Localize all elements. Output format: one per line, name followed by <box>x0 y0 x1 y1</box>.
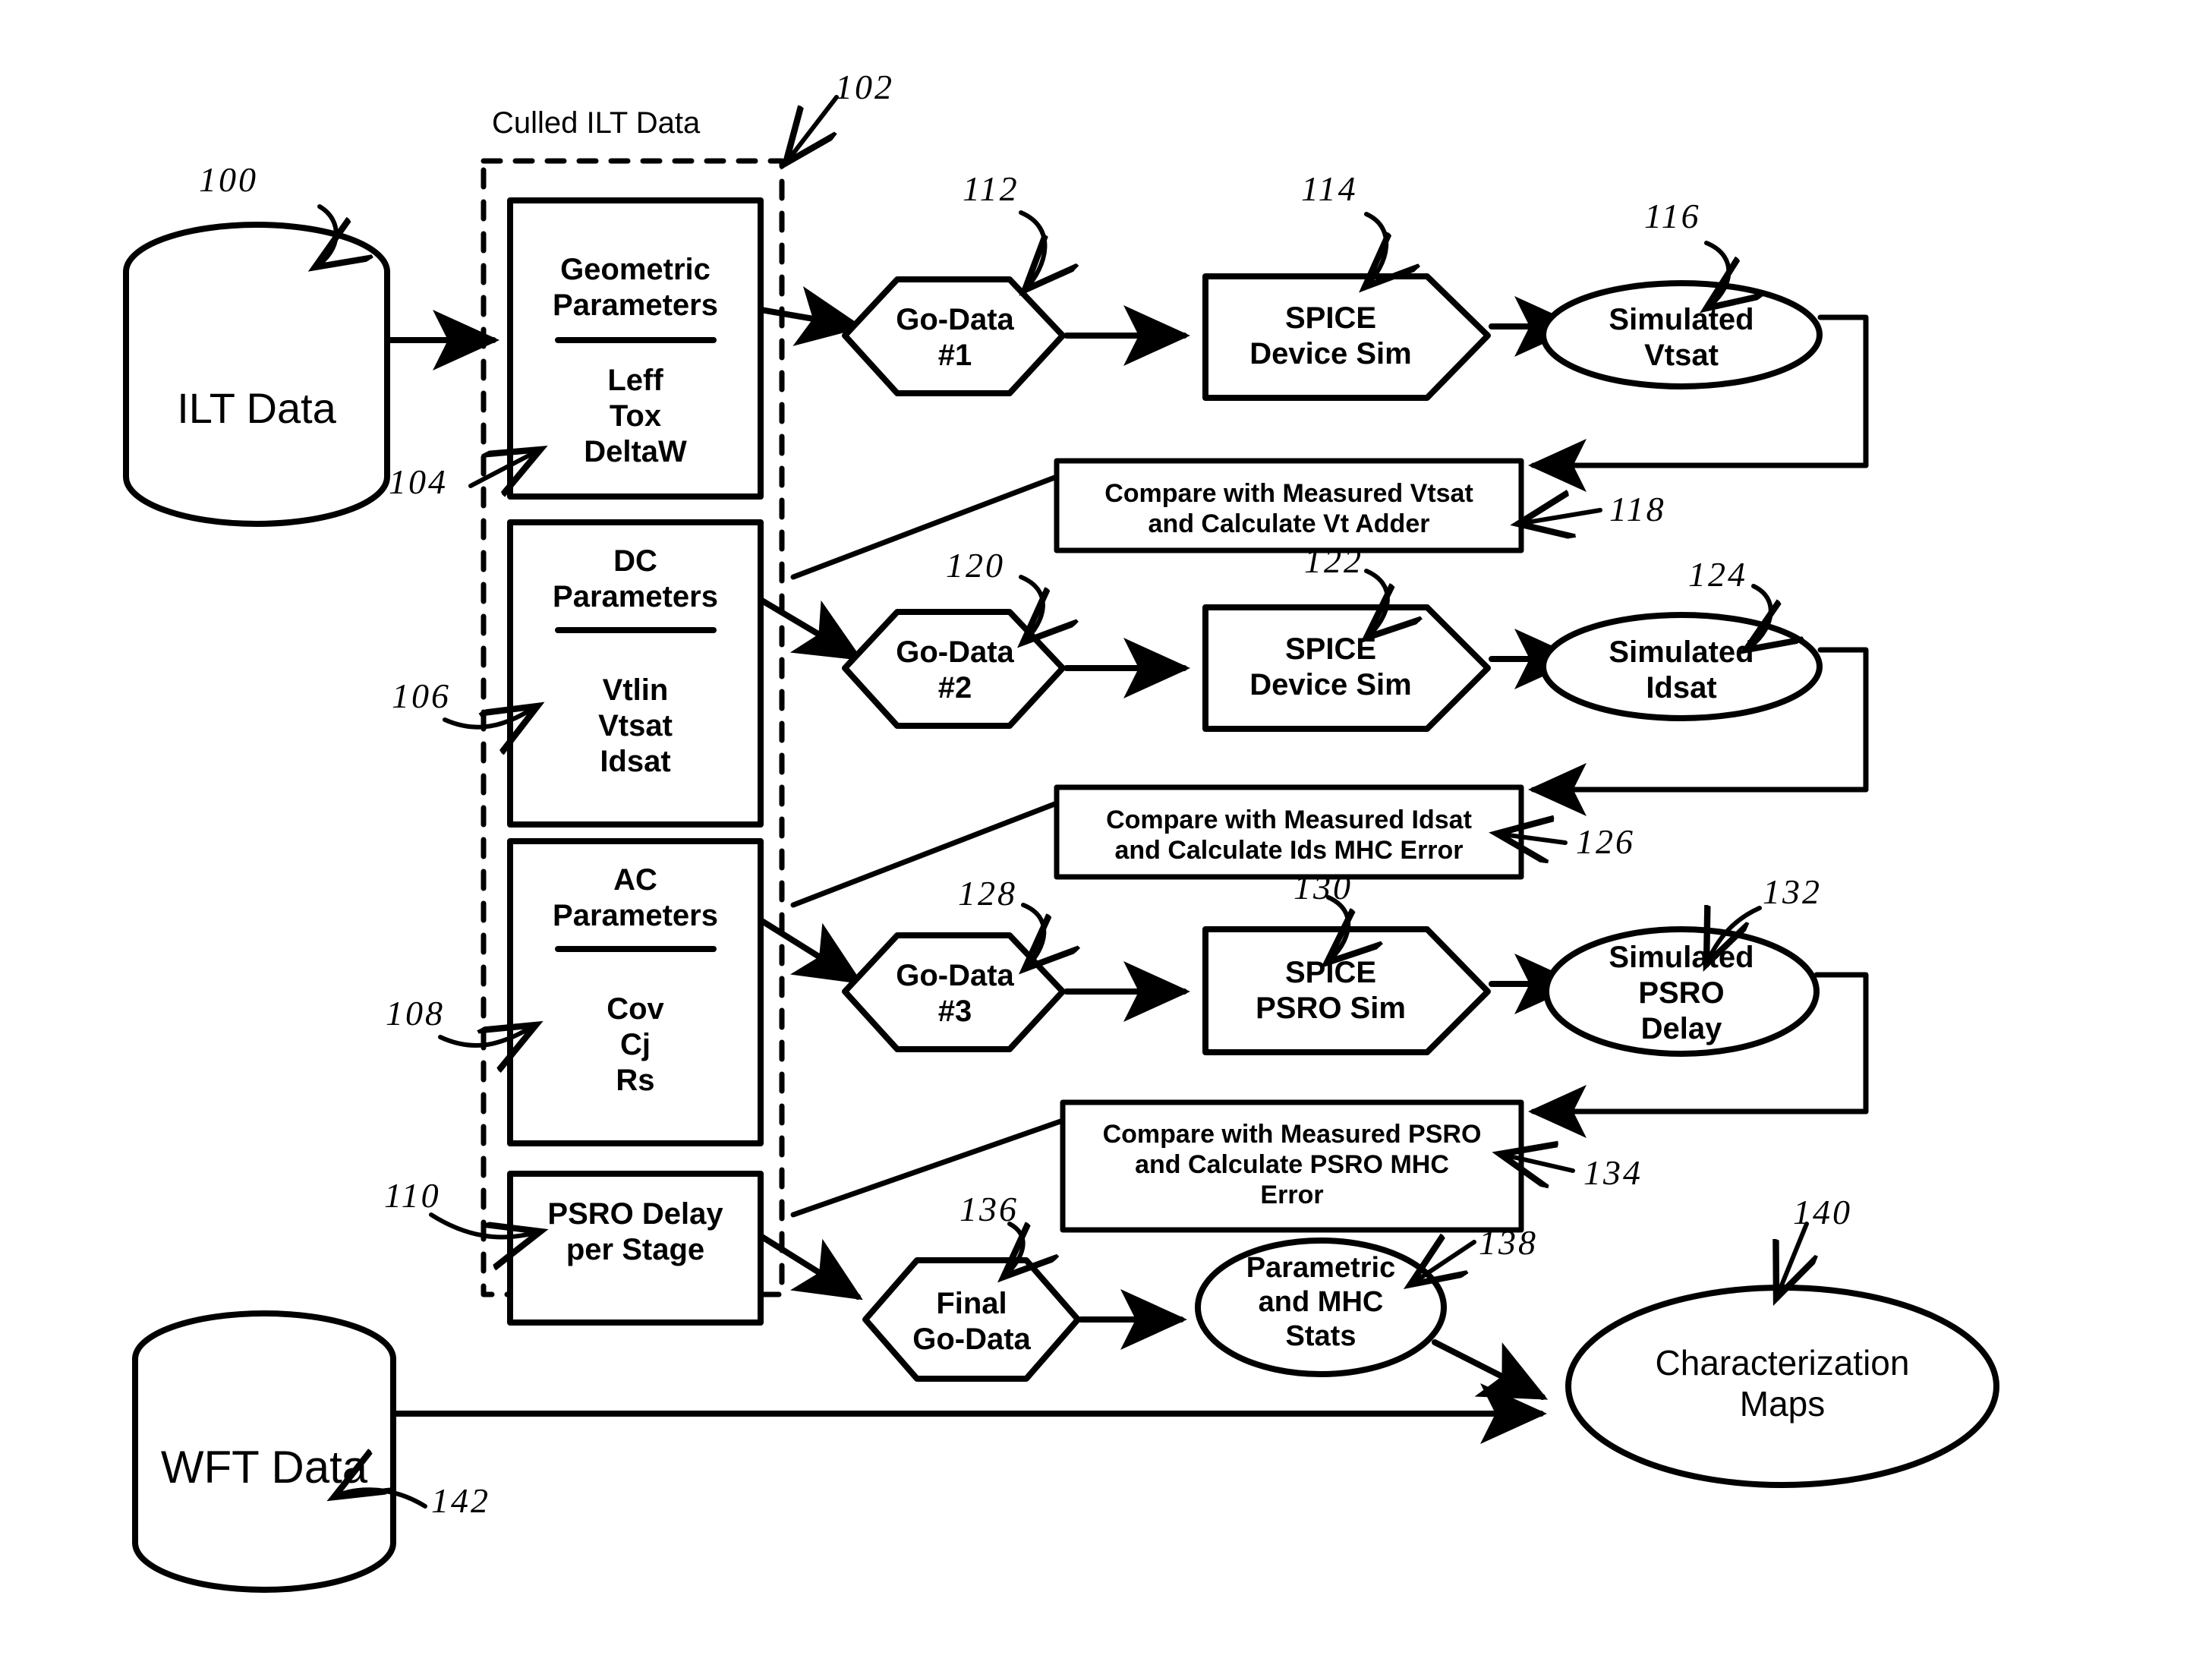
wft-data-cylinder <box>132 1310 396 1593</box>
arrow-stats-to-maps <box>1432 1339 1549 1400</box>
simulated-vtsat-ellipse <box>1540 280 1823 389</box>
final-godata-hexagon <box>862 1257 1081 1382</box>
ref-108: 108 <box>386 994 445 1033</box>
characterization-maps-ellipse <box>1565 1285 1999 1488</box>
spice-psro-sim <box>1202 926 1491 1055</box>
line-compare3-to-psrobranch <box>790 1118 1066 1218</box>
godata2-hexagon <box>842 609 1066 729</box>
arrow-to-godata1 <box>758 286 864 346</box>
ref-128: 128 <box>958 874 1017 913</box>
ref-104: 104 <box>389 462 448 501</box>
ref-100: 100 <box>199 160 258 199</box>
ref-112: 112 <box>963 169 1019 208</box>
feedback-line-3 <box>1813 972 1869 1115</box>
patent-figure-canvas: ILT Data WFT Data Culled ILT Data Geomet… <box>0 0 2212 1671</box>
ac-parameters-box <box>507 838 764 1146</box>
godata1-hexagon <box>842 276 1066 396</box>
ref-116: 116 <box>1644 197 1701 235</box>
spice-device-sim-1 <box>1202 273 1491 401</box>
parametric-stats-ellipse <box>1195 1237 1447 1377</box>
psro-delay-box <box>507 1171 764 1326</box>
ref-126: 126 <box>1576 822 1635 861</box>
ref-122: 122 <box>1304 541 1363 580</box>
ref-130: 130 <box>1293 868 1353 906</box>
ref-134: 134 <box>1583 1153 1643 1192</box>
spice-device-sim-2 <box>1202 604 1491 732</box>
ref-140: 140 <box>1793 1193 1852 1231</box>
ref-106: 106 <box>392 676 451 715</box>
ref-110: 110 <box>384 1176 441 1215</box>
ref-138: 138 <box>1479 1223 1538 1262</box>
compare-box-3 <box>1060 1099 1524 1233</box>
ref-118: 118 <box>1609 490 1666 528</box>
ref-124: 124 <box>1688 555 1747 594</box>
arrow-to-godata2 <box>758 597 863 661</box>
feedback-line-2 <box>1817 647 1869 793</box>
feedback-line-1 <box>1817 314 1869 468</box>
ref-120: 120 <box>946 546 1005 585</box>
simulated-psro-delay-ellipse <box>1543 926 1820 1057</box>
line-compare1-to-dcbranch <box>790 474 1060 580</box>
godata3-hexagon <box>842 932 1066 1052</box>
ref-114: 114 <box>1301 169 1358 208</box>
arrow-to-final-godata <box>758 1233 863 1301</box>
diagram-vector-layer <box>123 95 1999 1593</box>
ilt-data-cylinder <box>123 222 390 527</box>
ref-136: 136 <box>959 1190 1019 1228</box>
ref-102: 102 <box>835 68 894 106</box>
simulated-idsat-ellipse <box>1540 612 1823 721</box>
ref-142: 142 <box>431 1481 490 1520</box>
geometric-parameters-box <box>507 197 764 500</box>
ref-132: 132 <box>1763 872 1822 911</box>
compare-box-2 <box>1054 784 1524 880</box>
arrow-to-godata3 <box>758 917 863 985</box>
dc-parameters-box <box>507 519 764 828</box>
culled-ilt-data-label: Culled ILT Data <box>492 106 701 140</box>
compare-box-1 <box>1054 458 1524 553</box>
